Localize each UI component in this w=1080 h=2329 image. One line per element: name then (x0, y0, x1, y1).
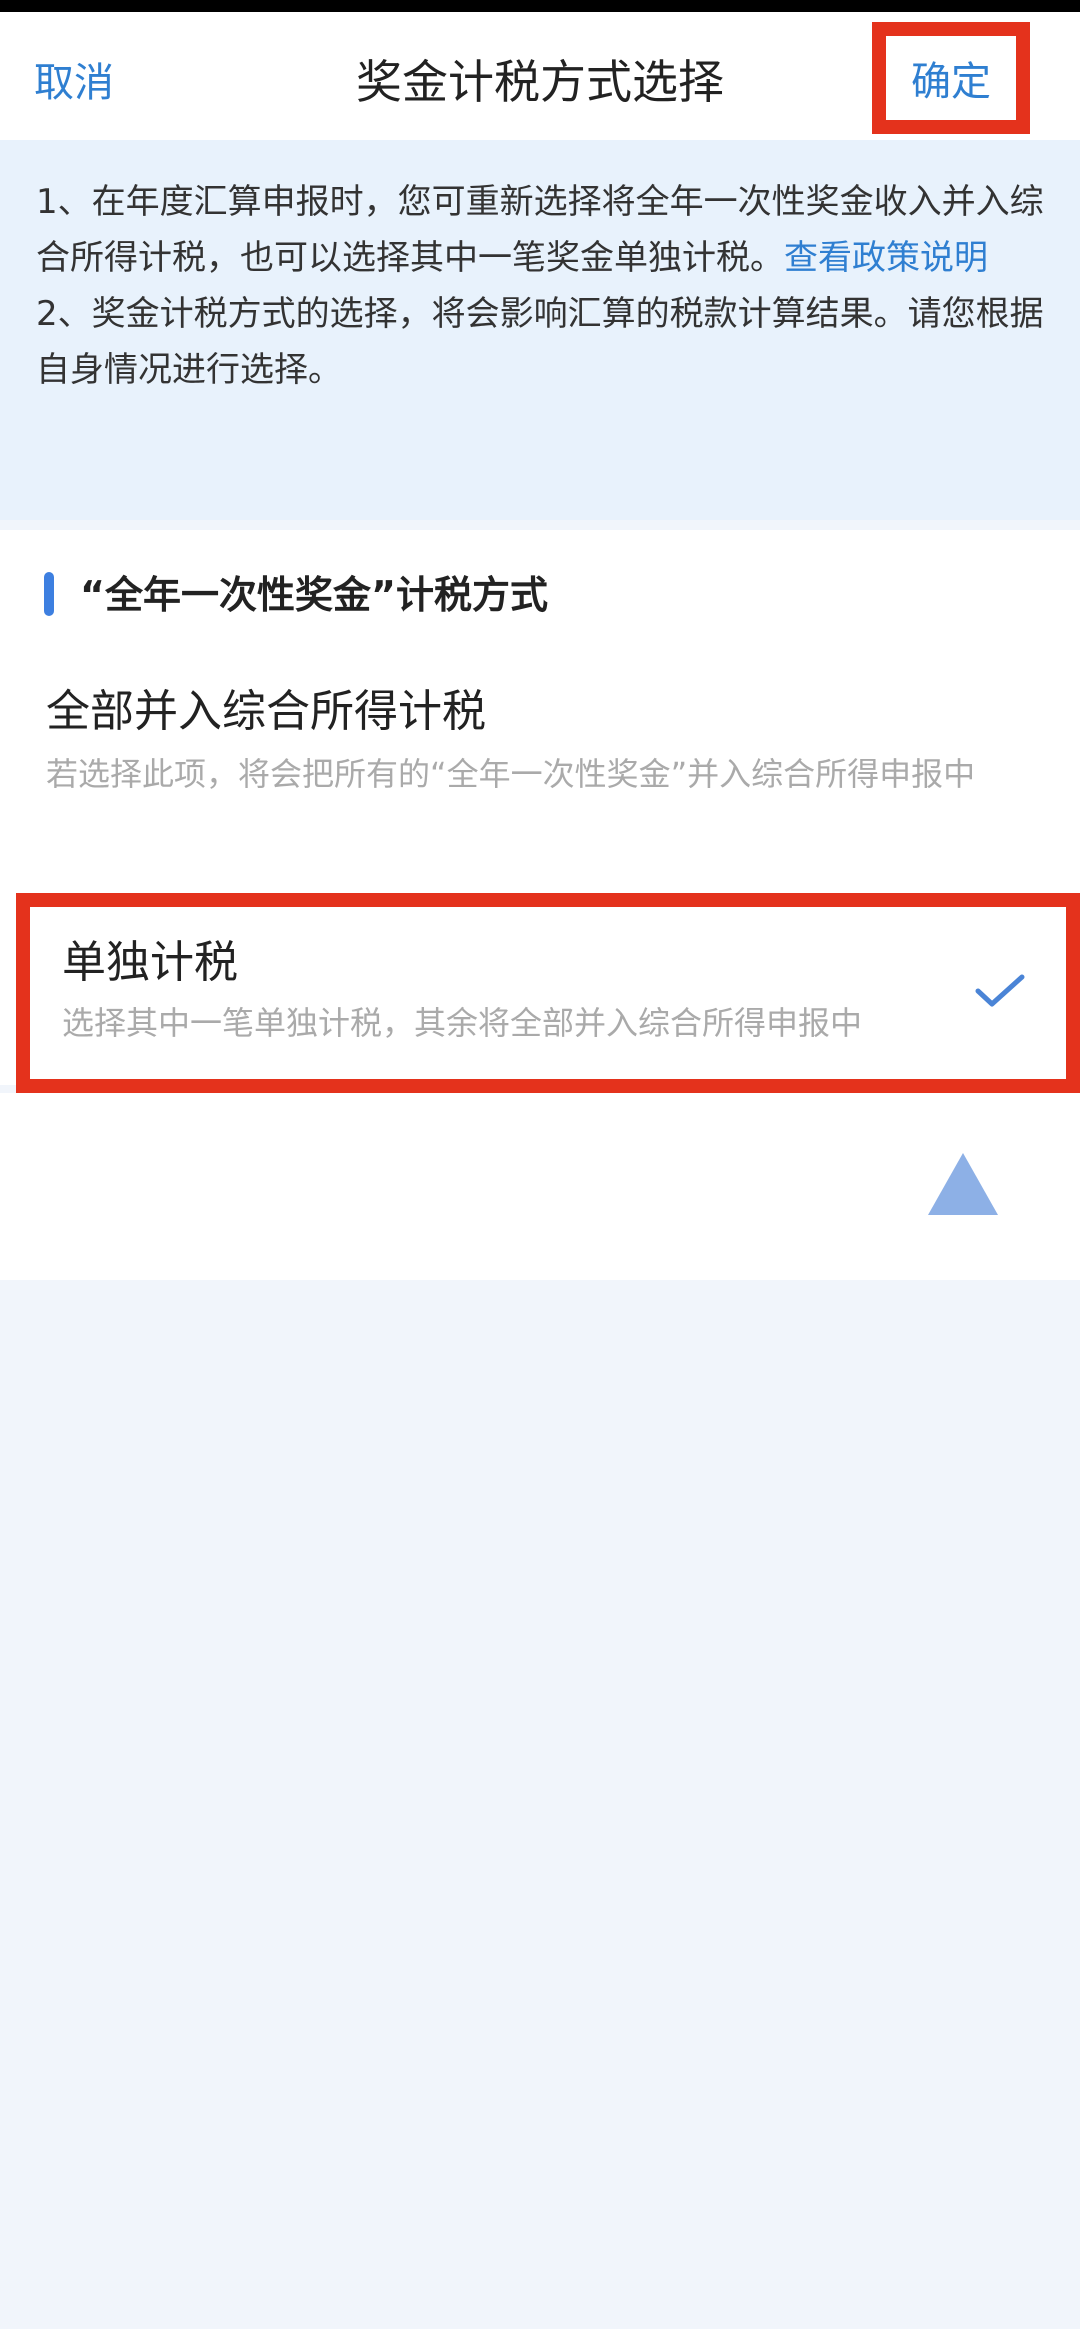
option-title: 全部并入综合所得计税 (46, 686, 486, 737)
check-icon (975, 974, 1025, 1007)
confirm-button-label: 确定 (911, 59, 991, 105)
status-strip (0, 0, 1080, 12)
section-title: “全年一次性奖金”计税方式 (80, 573, 548, 617)
navigation-bar: 取消 奖金计税方式选择 确定 (0, 12, 1080, 140)
highlight-box: 单独计税 选择其中一笔单独计税，其余将全部并入综合所得申报中 (16, 893, 1080, 1093)
content-filler (0, 1093, 1080, 1280)
notice-line-2: 2、奖金计税方式的选择，将会影响汇算的税款计算结果。请您根据自身情况进行选择。 (36, 294, 1044, 390)
option-description: 若选择此项，将会把所有的“全年一次性奖金”并入综合所得申报中 (46, 755, 976, 793)
confirm-button[interactable]: 确定 (872, 22, 1030, 134)
section-header: “全年一次性奖金”计税方式 (0, 530, 1080, 651)
notice-panel: 1、在年度汇算申报时，您可重新选择将全年一次性奖金收入并入综合所得计税，也可以选… (0, 140, 1080, 520)
up-triangle-icon[interactable] (926, 1151, 1000, 1217)
section-accent-bar (44, 572, 54, 616)
option-description: 选择其中一笔单独计税，其余将全部并入综合所得申报中 (62, 1004, 863, 1042)
notice-paragraph-1: 1、在年度汇算申报时，您可重新选择将全年一次性奖金收入并入综合所得计税，也可以选… (36, 174, 1044, 286)
option-merge-all[interactable]: 全部并入综合所得计税 若选择此项，将会把所有的“全年一次性奖金”并入综合所得申报… (0, 650, 1080, 885)
option-separate-tax[interactable]: 单独计税 选择其中一笔单独计税，其余将全部并入综合所得申报中 (0, 885, 1080, 1093)
policy-link[interactable]: 查看政策说明 (784, 238, 988, 278)
option-title: 单独计税 (62, 937, 238, 988)
